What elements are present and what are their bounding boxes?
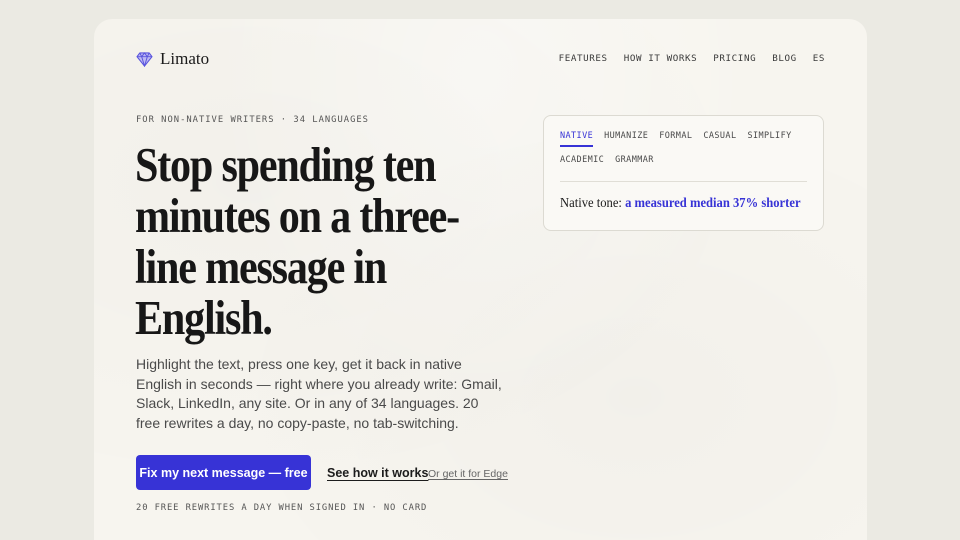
tab-casual[interactable]: CASUAL: [703, 131, 736, 147]
tab-formal[interactable]: FORMAL: [659, 131, 692, 147]
hero-eyebrow: FOR NON-NATIVE WRITERS · 34 LANGUAGES: [136, 115, 369, 125]
tab-grammar[interactable]: GRAMMAR: [615, 155, 654, 171]
tone-demo-panel: NATIVE HUMANIZE FORMAL CASUAL SIMPLIFY A…: [543, 115, 824, 231]
edge-extension-link[interactable]: Or get it for Edge: [428, 468, 508, 480]
tab-native[interactable]: NATIVE: [560, 131, 594, 147]
brand-logo[interactable]: Limato: [136, 49, 209, 69]
output-label: Native tone:: [560, 196, 622, 211]
nav-language-switch[interactable]: ES: [813, 53, 825, 64]
tab-academic[interactable]: ACADEMIC: [560, 155, 604, 171]
gem-icon: [136, 51, 153, 67]
nav-features[interactable]: FEATURES: [559, 53, 608, 64]
demo-output: Native tone: a measured median 37% short…: [560, 196, 801, 212]
fix-message-button[interactable]: Fix my next message — free: [136, 455, 311, 490]
brand-name: Limato: [160, 49, 210, 68]
hero-footnote: 20 FREE REWRITES A DAY WHEN SIGNED IN · …: [136, 503, 428, 513]
output-highlight: a measured median 37% shorter: [625, 196, 801, 211]
top-nav: FEATURES HOW IT WORKS PRICING BLOG ES: [559, 53, 825, 64]
tone-tabs: NATIVE HUMANIZE FORMAL CASUAL SIMPLIFY A…: [560, 131, 810, 171]
tab-humanize[interactable]: HUMANIZE: [604, 131, 648, 147]
see-how-it-works-link[interactable]: See how it works: [327, 466, 428, 480]
hero-headline: Stop spending ten minutes on a three-lin…: [135, 137, 460, 345]
nav-pricing[interactable]: PRICING: [713, 53, 756, 64]
demo-divider: [560, 181, 807, 182]
nav-blog[interactable]: BLOG: [772, 53, 797, 64]
nav-how-it-works[interactable]: HOW IT WORKS: [624, 53, 698, 64]
hero-description: Highlight the text, press one key, get i…: [136, 356, 502, 431]
hero-card: Limato FEATURES HOW IT WORKS PRICING BLO…: [94, 19, 867, 540]
tab-simplify[interactable]: SIMPLIFY: [747, 131, 791, 147]
